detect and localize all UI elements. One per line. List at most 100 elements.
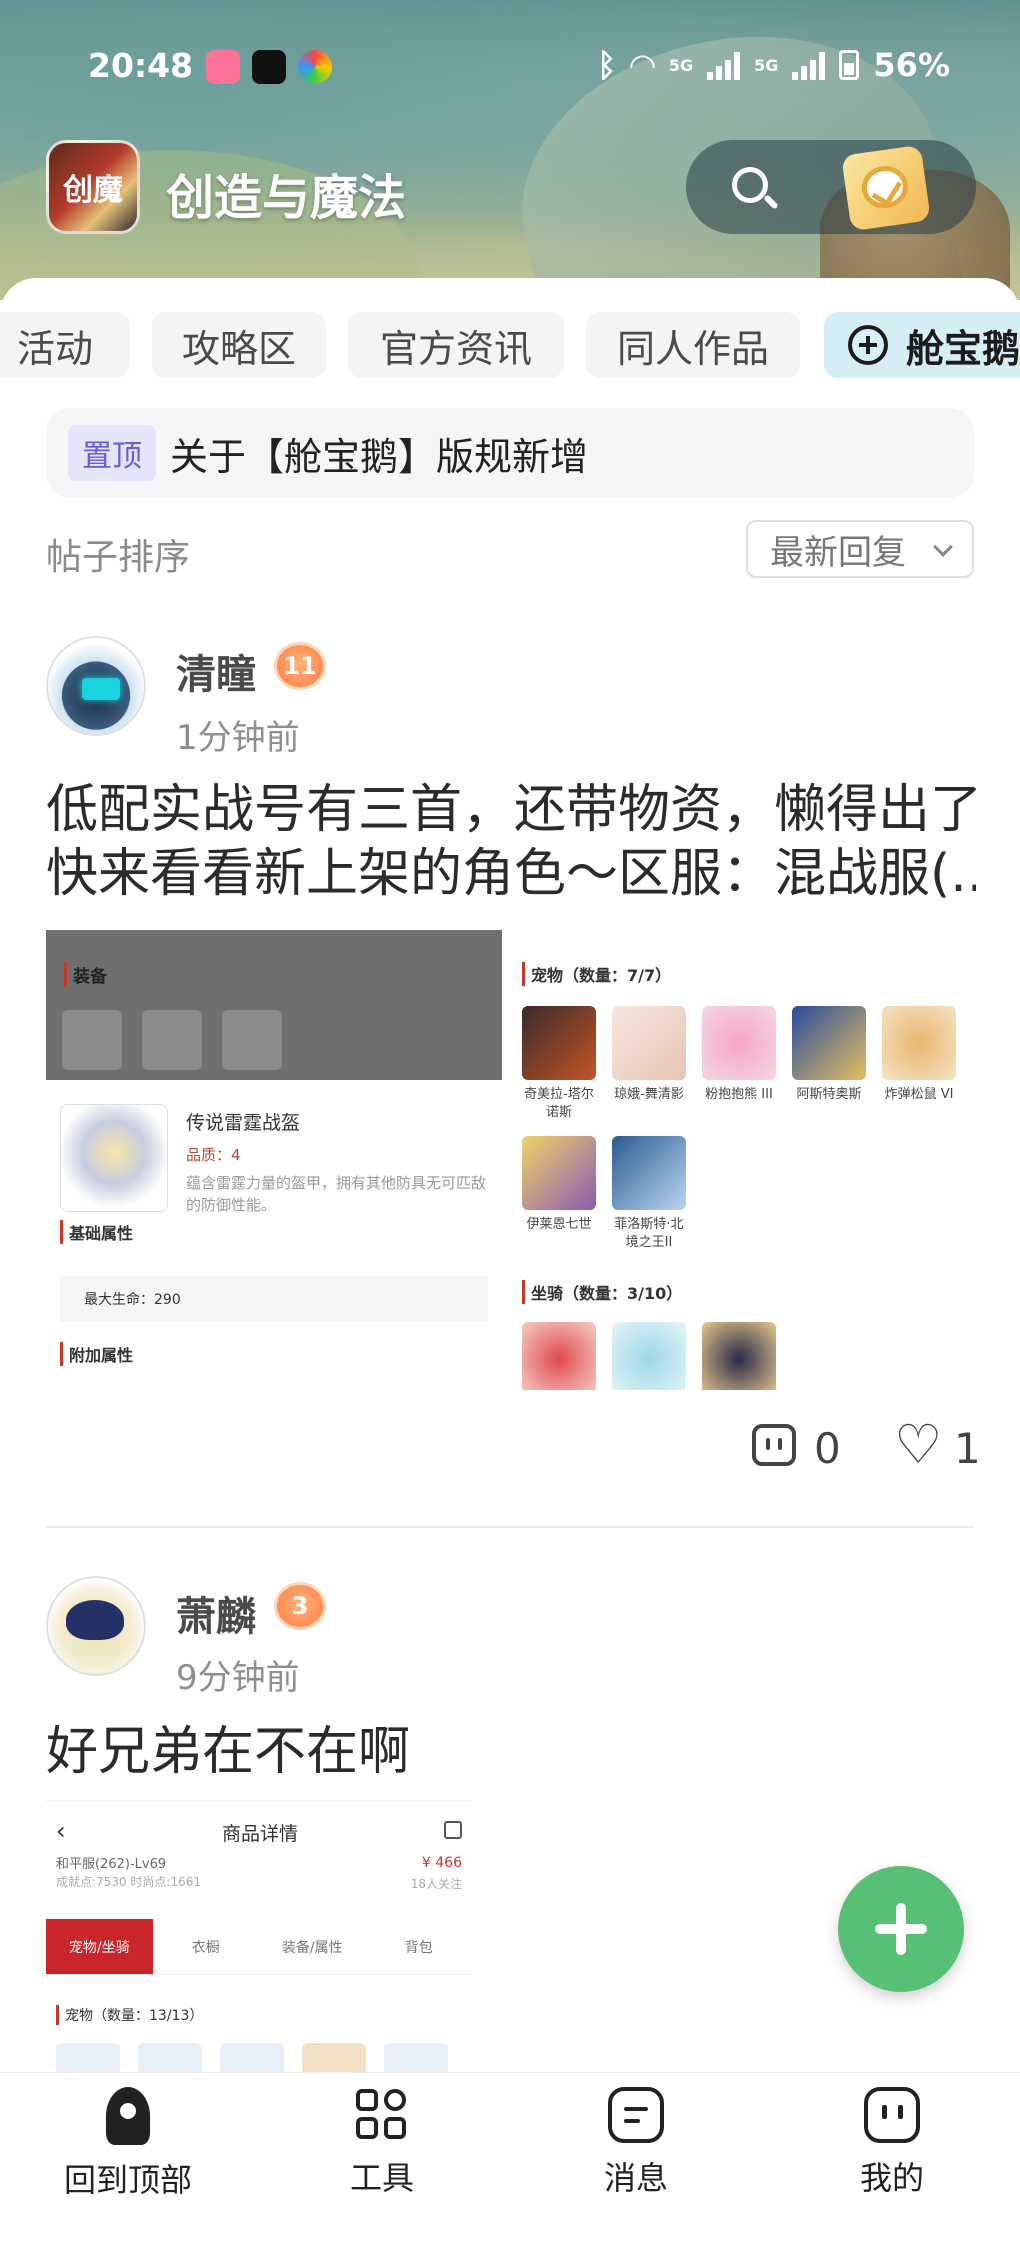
post-text-line[interactable]: 低配实战号有三首，还带物资，懒得出了 [46, 778, 976, 842]
message-icon [608, 2087, 664, 2143]
profile-icon [864, 2087, 920, 2143]
plus-circle-icon [848, 325, 888, 365]
battery-icon [839, 50, 860, 80]
product-detail-title: 商品详情 [222, 1823, 299, 1845]
pet-item: 菲洛斯特·北境之王II [612, 1136, 686, 1252]
status-time: 20:48 [88, 46, 194, 85]
network-label-2: 5G [754, 55, 779, 75]
pinned-badge: 置顶 [68, 425, 156, 481]
bluetooth-icon: ᛒ [597, 46, 617, 84]
mount-item [522, 1322, 596, 1390]
post-text-line[interactable]: 好兄弟在不在啊 [46, 1720, 976, 1784]
bottom-nav: 回到顶部 工具 消息 我的 [0, 2072, 1020, 2241]
server-info: 和平服(262)-Lv69 [56, 1857, 167, 1872]
category-tabs: 活动 攻略区 官方资讯 同人作品 舱宝鹅 [0, 312, 1020, 378]
nav-label: 工具 [349, 2159, 414, 2197]
chevron-down-icon [933, 537, 953, 557]
pet-item: 琼娥-舞清影 [612, 1006, 686, 1104]
post-text-line[interactable]: 快来看看新上架的角色～区服：混战服(... [46, 842, 976, 906]
tab-label: 舱宝鹅 [906, 326, 1020, 371]
sort-label: 帖子排序 [46, 537, 191, 578]
pets-title: 宠物（数量：7/7） [522, 962, 671, 986]
equip-thumb [62, 1010, 122, 1070]
detail-tab: 宠物/坐骑 [46, 1919, 153, 1974]
capcut-icon [252, 50, 286, 84]
comment-count: 0 [814, 1424, 841, 1473]
tab-fan-works[interactable]: 同人作品 [586, 312, 800, 378]
pet-thumb [56, 2043, 120, 2072]
app-title: 创造与魔法 [166, 170, 407, 226]
item-detail-card: 传说雷霆战盔 品质：4 蕴含雷霆力量的盔甲，拥有其他防具无可匹敌的防御性能。 基… [46, 1080, 502, 1390]
pet-item: 炸弹松鼠 VI [882, 1006, 956, 1104]
item-name: 传说雷霆战盔 [186, 1112, 301, 1134]
pet-item: 奇美拉-塔尔诺斯 [522, 1006, 596, 1122]
equip-thumb [142, 1010, 202, 1070]
avatar[interactable] [46, 1576, 146, 1676]
pet-item: 粉抱抱熊 III [702, 1006, 776, 1104]
equipment-panel: 装备 传说雷霆战盔 品质：4 蕴含雷霆力量的盔甲，拥有其他防具无可匹敌的防御性能… [46, 930, 502, 1390]
comment-icon[interactable] [752, 1424, 796, 1466]
bilibili-icon [206, 50, 240, 84]
like-count: 1 [954, 1424, 981, 1473]
status-bar: 20:48 ᛒ ◠ 5G 5G 56% [0, 40, 1020, 90]
share-icon [444, 1821, 462, 1839]
nav-mine[interactable]: 我的 [792, 2087, 992, 2199]
post-username[interactable]: 清瞳 [176, 642, 256, 700]
pet-thumb [138, 2043, 202, 2072]
equip-thumb [222, 1010, 282, 1070]
sort-selected: 最新回复 [770, 532, 906, 573]
pets-panel: 宠物（数量：7/7） 奇美拉-塔尔诺斯 琼娥-舞清影 粉抱抱熊 III 阿斯特奥… [516, 930, 974, 1390]
search-icon[interactable] [720, 155, 784, 219]
post-username[interactable]: 萧麟 [176, 1584, 256, 1642]
mount-item [702, 1322, 776, 1390]
detail-tab: 装备/属性 [281, 1939, 343, 1956]
post-time: 1分钟前 [176, 718, 300, 758]
pinned-post[interactable]: 置顶 关于【舱宝鹅】版规新增 [46, 408, 974, 498]
signal-icon-2 [792, 50, 826, 80]
pet-item: 伊莱恩七世 [522, 1136, 596, 1234]
followers: 18人关注 [410, 1877, 462, 1891]
tab-activity[interactable]: 活动 [0, 312, 130, 378]
points-info: 成就点:7530 时尚点:1661 [56, 1875, 201, 1889]
create-post-button[interactable] [838, 1866, 964, 1992]
signal-icon [707, 50, 741, 80]
post-image[interactable]: ‹ 商品详情 和平服(262)-Lv69 成就点:7530 时尚点:1661 ¥… [46, 1800, 472, 2072]
base-attr-row: 最大生命：290 [60, 1276, 488, 1322]
back-arrow-icon: ‹ [56, 1817, 66, 1845]
tab-guides[interactable]: 攻略区 [152, 312, 326, 378]
pet-thumb [220, 2043, 284, 2072]
avatar[interactable] [46, 636, 146, 736]
nav-label: 消息 [603, 2159, 668, 2197]
heart-icon[interactable]: ♡ [894, 1418, 942, 1472]
mounts-title: 坐骑（数量：3/10） [522, 1280, 682, 1304]
helmet-image [60, 1104, 168, 1212]
detail-tabs: 宠物/坐骑 衣橱 装备/属性 背包 [46, 1919, 472, 1975]
equip-title: 装备 [64, 962, 107, 987]
network-label-1: 5G [668, 55, 694, 75]
sort-dropdown[interactable]: 最新回复 [746, 520, 974, 578]
post-time: 9分钟前 [176, 1658, 300, 1698]
post-image[interactable]: 装备 传说雷霆战盔 品质：4 蕴含雷霆力量的盔甲，拥有其他防具无可匹敌的防御性能… [46, 930, 974, 1390]
nav-tools[interactable]: 工具 [282, 2087, 482, 2199]
nav-messages[interactable]: 消息 [536, 2087, 736, 2199]
tab-label: 活动 [16, 326, 93, 371]
app-logo-text: 创魔 [63, 173, 123, 208]
pet-thumb [302, 2043, 366, 2072]
wifi-icon: ◠ [630, 46, 655, 84]
base-attr-title: 基础属性 [60, 1220, 133, 1244]
post-divider [46, 1526, 974, 1528]
nav-label: 我的 [859, 2159, 924, 2197]
battery-level: 56% [873, 46, 950, 84]
pet-item: 阿斯特奥斯 [792, 1006, 866, 1104]
item-description: 蕴含雷霆力量的盔甲，拥有其他防具无可匹敌的防御性能。 [186, 1174, 487, 1214]
app-logo[interactable]: 创魔 [46, 140, 140, 234]
nav-back-to-top[interactable]: 回到顶部 [28, 2087, 228, 2201]
item-quality: 品质：4 [186, 1146, 241, 1164]
pet-thumb [384, 2043, 448, 2072]
colorful-app-icon [298, 50, 332, 84]
checkin-calendar-icon[interactable] [841, 144, 931, 232]
tab-cangbaoe[interactable]: 舱宝鹅 [824, 312, 1020, 378]
tab-official-news[interactable]: 官方资讯 [348, 312, 564, 378]
nav-label: 回到顶部 [63, 2161, 192, 2199]
rocket-icon [106, 2087, 150, 2145]
